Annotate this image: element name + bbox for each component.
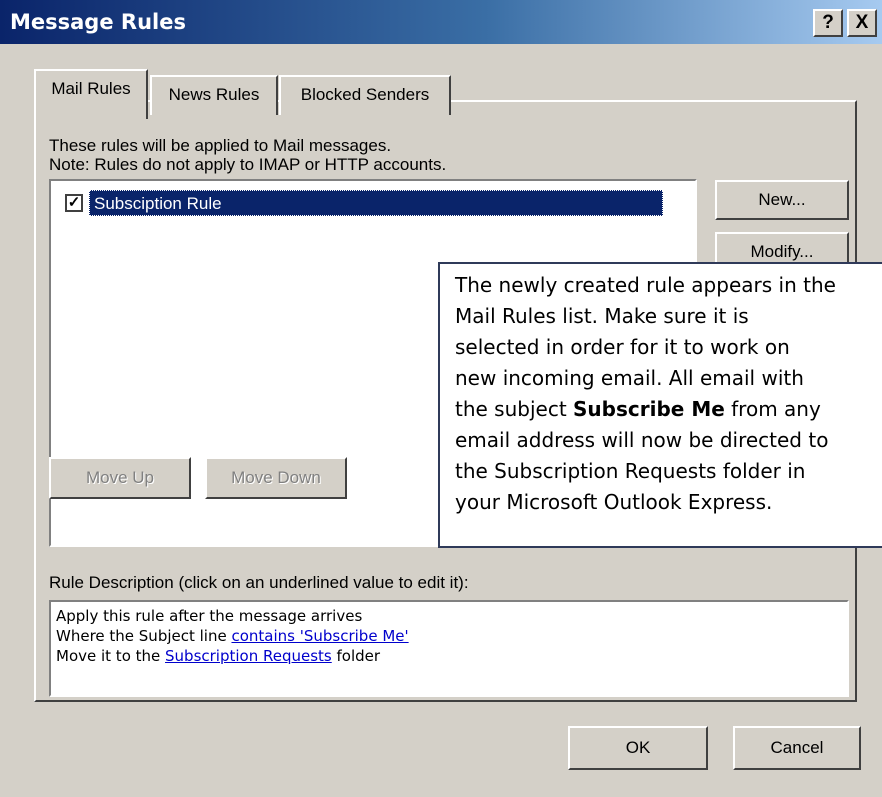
callout-line1: The newly created rule appears in the bbox=[455, 273, 836, 297]
callout-line7: the Subscription Requests folder in bbox=[455, 459, 806, 483]
rule-checkbox[interactable]: ✓ bbox=[65, 194, 83, 212]
cancel-button[interactable]: Cancel bbox=[733, 726, 861, 770]
close-button[interactable]: X bbox=[847, 9, 877, 37]
callout-line5: the subject Subscribe Me from any bbox=[455, 394, 882, 425]
callout-line4: new incoming email. All email with bbox=[455, 366, 804, 390]
instruction-callout: The newly created rule appears in the Ma… bbox=[438, 262, 882, 548]
new-rule-button[interactable]: New... bbox=[715, 180, 849, 220]
window-title: Message Rules bbox=[10, 10, 186, 34]
callout-keyword: Subscribe Me bbox=[573, 397, 725, 421]
tab-news-rules[interactable]: News Rules bbox=[150, 75, 278, 115]
description-line3: Move it to the Subscription Requests fol… bbox=[56, 646, 847, 666]
callout-line8: your Microsoft Outlook Express. bbox=[455, 490, 773, 514]
title-bar[interactable]: Message Rules ? X bbox=[0, 0, 882, 44]
rules-info-line1: These rules will be applied to Mail mess… bbox=[49, 136, 392, 155]
callout-line3: selected in order for it to work on bbox=[455, 335, 790, 359]
description-line2-prefix: Where the Subject line bbox=[56, 627, 232, 645]
rule-label[interactable]: Subsciption Rule bbox=[89, 190, 663, 216]
ok-button[interactable]: OK bbox=[568, 726, 708, 770]
move-down-button[interactable]: Move Down bbox=[205, 457, 347, 499]
rule-description-label: Rule Description (click on an underlined… bbox=[49, 573, 469, 592]
callout-line5-prefix: the subject bbox=[455, 397, 574, 421]
description-line3-prefix: Move it to the bbox=[56, 647, 166, 665]
callout-line2: Mail Rules list. Make sure it is bbox=[455, 304, 749, 328]
subject-condition-link[interactable]: contains 'Subscribe Me' bbox=[231, 627, 408, 645]
rule-description-box: Apply this rule after the message arrive… bbox=[49, 600, 849, 697]
help-button[interactable]: ? bbox=[813, 9, 843, 37]
callout-line5-suffix: from any bbox=[724, 397, 821, 421]
description-line2: Where the Subject line contains 'Subscri… bbox=[56, 626, 847, 646]
description-line1: Apply this rule after the message arrive… bbox=[56, 607, 363, 625]
rules-info-line2: Note: Rules do not apply to IMAP or HTTP… bbox=[49, 155, 447, 174]
target-folder-link[interactable]: Subscription Requests bbox=[165, 647, 332, 665]
move-up-button[interactable]: Move Up bbox=[49, 457, 191, 499]
tab-mail-rules[interactable]: Mail Rules bbox=[34, 69, 148, 119]
tab-blocked-senders[interactable]: Blocked Senders bbox=[279, 75, 451, 115]
list-item[interactable]: ✓ Subsciption Rule bbox=[65, 189, 663, 217]
callout-line6: email address will now be directed to bbox=[455, 428, 829, 452]
description-line3-suffix: folder bbox=[331, 647, 381, 665]
